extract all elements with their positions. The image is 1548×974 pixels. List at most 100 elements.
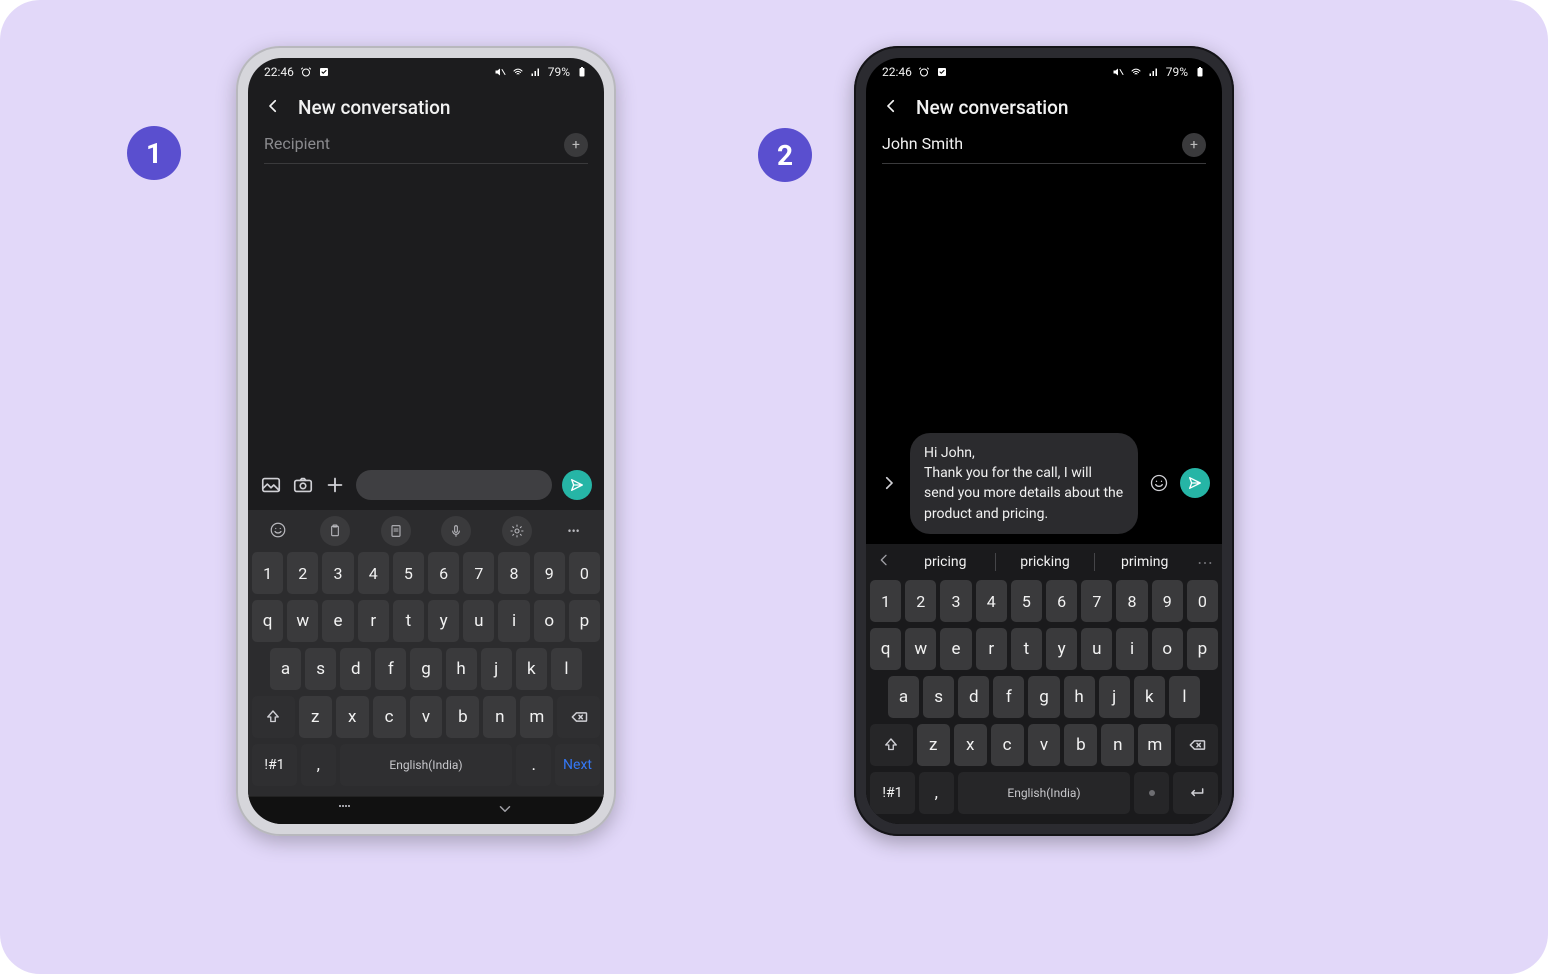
key-o[interactable]: o [1152, 628, 1183, 670]
key-s[interactable]: s [305, 648, 336, 690]
key-l[interactable]: l [1169, 676, 1200, 718]
suggestion-1[interactable]: pricing [902, 550, 989, 574]
key-j[interactable]: j [481, 648, 512, 690]
message-input[interactable]: Hi John, Thank you for the call, I will … [910, 433, 1138, 534]
key-t[interactable]: t [393, 600, 424, 642]
next-key[interactable]: Next [555, 744, 600, 786]
key-6[interactable]: 6 [1046, 580, 1077, 622]
key-m[interactable]: m [1138, 724, 1171, 766]
shift-key[interactable] [252, 696, 295, 738]
key-y[interactable]: y [1046, 628, 1077, 670]
back-button[interactable] [264, 97, 282, 119]
key-2[interactable]: 2 [287, 552, 318, 594]
key-5[interactable]: 5 [393, 552, 424, 594]
camera-icon[interactable] [292, 474, 314, 496]
key-y[interactable]: y [428, 600, 459, 642]
key-f[interactable]: f [993, 676, 1024, 718]
key-e[interactable]: e [940, 628, 971, 670]
key-z[interactable]: z [299, 696, 332, 738]
key-2[interactable]: 2 [905, 580, 936, 622]
key-u[interactable]: u [1081, 628, 1112, 670]
key-5[interactable]: 5 [1011, 580, 1042, 622]
key-0[interactable]: 0 [1187, 580, 1218, 622]
symbols-key[interactable]: !#1 [252, 744, 297, 786]
enter-key[interactable] [1173, 772, 1218, 814]
key-o[interactable]: o [534, 600, 565, 642]
key-h[interactable]: h [1064, 676, 1095, 718]
collapse-chevron-icon[interactable] [878, 472, 900, 494]
shift-key[interactable] [870, 724, 913, 766]
key-w[interactable]: w [287, 600, 318, 642]
back-button[interactable] [882, 97, 900, 119]
key-t[interactable]: t [1011, 628, 1042, 670]
add-recipient-button[interactable]: + [564, 133, 588, 157]
suggestion-3[interactable]: priming [1101, 550, 1188, 574]
key-k[interactable]: k [1134, 676, 1165, 718]
key-l[interactable]: l [551, 648, 582, 690]
add-recipient-button[interactable]: + [1182, 133, 1206, 157]
plus-icon[interactable] [324, 474, 346, 496]
key-9[interactable]: 9 [1152, 580, 1183, 622]
key-e[interactable]: e [322, 600, 353, 642]
backspace-key[interactable] [557, 696, 600, 738]
key-b[interactable]: b [1064, 724, 1097, 766]
key-8[interactable]: 8 [498, 552, 529, 594]
key-r[interactable]: r [358, 600, 389, 642]
settings-icon[interactable] [502, 516, 532, 546]
key-v[interactable]: v [1028, 724, 1061, 766]
space-key[interactable]: English(India) [958, 772, 1131, 814]
suggestion-2[interactable]: pricking [1002, 550, 1089, 574]
key-u[interactable]: u [463, 600, 494, 642]
comma-key[interactable]: , [301, 744, 336, 786]
key-d[interactable]: d [958, 676, 989, 718]
key-k[interactable]: k [516, 648, 547, 690]
send-button[interactable] [562, 470, 592, 500]
key-z[interactable]: z [917, 724, 950, 766]
suggestion-back-icon[interactable] [872, 552, 896, 572]
key-w[interactable]: w [905, 628, 936, 670]
key-q[interactable]: q [870, 628, 901, 670]
key-0[interactable]: 0 [569, 552, 600, 594]
nav-down-icon[interactable] [496, 800, 514, 822]
key-b[interactable]: b [446, 696, 479, 738]
clipboard-icon[interactable] [320, 516, 350, 546]
key-x[interactable]: x [336, 696, 369, 738]
recipient-input[interactable]: John Smith [882, 134, 1182, 156]
key-v[interactable]: v [410, 696, 443, 738]
key-j[interactable]: j [1099, 676, 1130, 718]
key-g[interactable]: g [1028, 676, 1059, 718]
period-key[interactable]: . [516, 744, 551, 786]
key-p[interactable]: p [1187, 628, 1218, 670]
text-extract-icon[interactable] [381, 516, 411, 546]
key-d[interactable]: d [340, 648, 371, 690]
key-1[interactable]: 1 [870, 580, 901, 622]
emoji-icon[interactable] [1148, 472, 1170, 494]
key-x[interactable]: x [954, 724, 987, 766]
key-c[interactable]: c [373, 696, 406, 738]
key-i[interactable]: i [498, 600, 529, 642]
key-a[interactable]: a [888, 676, 919, 718]
backspace-key[interactable] [1175, 724, 1218, 766]
key-c[interactable]: c [991, 724, 1024, 766]
key-i[interactable]: i [1116, 628, 1147, 670]
mic-icon[interactable] [441, 516, 471, 546]
emoji-icon[interactable] [267, 521, 289, 542]
period-key[interactable] [1134, 772, 1169, 814]
space-key[interactable]: English(India) [340, 744, 513, 786]
key-r[interactable]: r [976, 628, 1007, 670]
key-s[interactable]: s [923, 676, 954, 718]
key-6[interactable]: 6 [428, 552, 459, 594]
key-4[interactable]: 4 [976, 580, 1007, 622]
key-n[interactable]: n [1101, 724, 1134, 766]
more-icon[interactable]: ••• [563, 524, 585, 538]
message-input[interactable] [356, 470, 552, 500]
key-h[interactable]: h [446, 648, 477, 690]
key-a[interactable]: a [270, 648, 301, 690]
key-4[interactable]: 4 [358, 552, 389, 594]
key-q[interactable]: q [252, 600, 283, 642]
symbols-key[interactable]: !#1 [870, 772, 915, 814]
keyboard-switch-icon[interactable] [338, 792, 352, 825]
key-3[interactable]: 3 [322, 552, 353, 594]
key-n[interactable]: n [483, 696, 516, 738]
key-g[interactable]: g [410, 648, 441, 690]
